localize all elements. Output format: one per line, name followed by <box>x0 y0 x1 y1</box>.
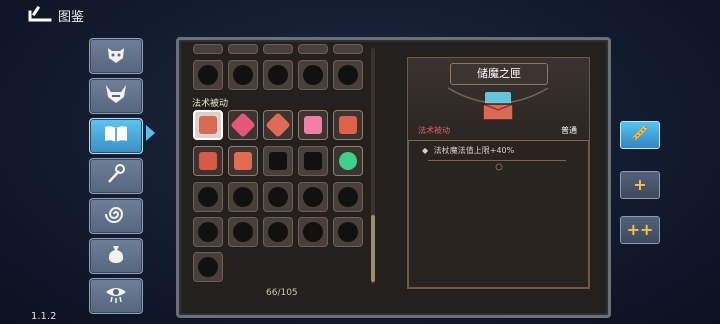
locked-silhouette-icon <box>233 65 253 85</box>
item-type: 法术被动 <box>418 126 450 135</box>
book-icon <box>103 124 129 148</box>
section-label: 法术被动 <box>192 99 229 109</box>
grid-cell[interactable] <box>298 217 328 247</box>
red-gem-icon <box>199 152 217 170</box>
silhouette-icon <box>304 152 322 170</box>
active-tab-pointer-icon <box>146 125 155 141</box>
wand-icon <box>631 124 649 146</box>
locked-silhouette-icon <box>303 222 323 242</box>
treasure-box-icon <box>199 116 217 134</box>
top-bar: 图鉴 <box>0 0 720 30</box>
pouch-icon <box>105 243 127 269</box>
category-tab-monster[interactable] <box>89 78 143 114</box>
locked-silhouette-icon <box>198 65 218 85</box>
grid-cell[interactable] <box>228 44 258 54</box>
grid-cell-selected[interactable] <box>193 110 223 140</box>
locked-silhouette-icon <box>338 65 358 85</box>
grid-cell[interactable] <box>298 110 328 140</box>
category-tab-spiral[interactable] <box>89 198 143 234</box>
grid-cell[interactable] <box>263 60 293 90</box>
horned-monster-icon <box>104 83 128 109</box>
category-tab-staff[interactable] <box>89 158 143 194</box>
pink-star-icon <box>230 112 256 138</box>
item-effect: ◆ 法杖魔法值上限+40% <box>422 145 514 156</box>
grid-cell[interactable] <box>228 217 258 247</box>
grid-cell[interactable] <box>193 182 223 212</box>
double-plus-icon: ++ <box>626 220 654 239</box>
locked-silhouette-icon <box>198 257 218 277</box>
grid-cell[interactable] <box>228 110 258 140</box>
category-tab-eye[interactable] <box>89 278 143 314</box>
locked-silhouette-icon <box>303 65 323 85</box>
grid-cell[interactable] <box>333 44 363 54</box>
grid-cell[interactable] <box>333 60 363 90</box>
locked-silhouette-icon <box>268 187 288 207</box>
red-diamond-icon <box>265 112 291 138</box>
grid-cell[interactable] <box>298 182 328 212</box>
grid-cell[interactable] <box>263 44 293 54</box>
grid-cell[interactable] <box>298 60 328 90</box>
locked-silhouette-icon <box>198 187 218 207</box>
grid-cell[interactable] <box>333 182 363 212</box>
green-orb-icon <box>339 152 357 170</box>
locked-silhouette-icon <box>233 222 253 242</box>
grid-cell[interactable] <box>193 60 223 90</box>
grid-scroll-thumb[interactable] <box>371 215 375 282</box>
grid-cell[interactable] <box>228 146 258 176</box>
item-effect-text: 法杖魔法值上限+40% <box>433 146 515 155</box>
grid-cell[interactable] <box>193 44 223 54</box>
hourglass-icon <box>339 116 357 134</box>
single-plus-icon: + <box>633 175 647 194</box>
locked-silhouette-icon <box>268 65 288 85</box>
grid-cell[interactable] <box>263 146 293 176</box>
add-double-button[interactable]: ++ <box>620 216 660 244</box>
pink-spirit-icon <box>304 116 322 134</box>
collection-count: 66/105 <box>266 288 298 298</box>
grid-cell[interactable] <box>298 146 328 176</box>
locked-silhouette-icon <box>338 187 358 207</box>
grid-cell[interactable] <box>263 217 293 247</box>
locked-silhouette-icon <box>338 222 358 242</box>
staff-icon <box>105 163 127 189</box>
item-rarity: 普通 <box>561 126 577 135</box>
grid-cell[interactable] <box>298 44 328 54</box>
locked-silhouette-icon <box>268 222 288 242</box>
add-single-button[interactable]: + <box>620 171 660 199</box>
grid-cell[interactable] <box>263 110 293 140</box>
version-label: 1.1.2 <box>31 311 57 322</box>
grid-cell[interactable] <box>228 60 258 90</box>
grid-cell[interactable] <box>193 146 223 176</box>
flame-rune-icon <box>234 152 252 170</box>
category-tab-demon[interactable] <box>89 38 143 74</box>
grid-cell[interactable] <box>263 182 293 212</box>
item-name: 储魔之匣 <box>450 63 548 85</box>
bullet-diamond-icon: ◆ <box>422 146 429 155</box>
back-arrow-icon[interactable] <box>28 5 52 22</box>
page-title: 图鉴 <box>58 10 85 25</box>
grid-cell[interactable] <box>333 146 363 176</box>
grid-cell[interactable] <box>193 252 223 282</box>
demon-mask-icon <box>105 43 127 69</box>
locked-silhouette-icon <box>233 187 253 207</box>
silhouette-icon <box>269 152 287 170</box>
locked-silhouette-icon <box>303 187 323 207</box>
grid-cell[interactable] <box>228 182 258 212</box>
grid-cell[interactable] <box>333 110 363 140</box>
locked-silhouette-icon <box>198 222 218 242</box>
eye-icon <box>104 284 128 308</box>
category-tab-pouch[interactable] <box>89 238 143 274</box>
spiral-icon <box>105 203 127 229</box>
category-tab-spellbook[interactable] <box>89 118 143 154</box>
grid-cell[interactable] <box>333 217 363 247</box>
grid-cell[interactable] <box>193 217 223 247</box>
wand-filter-button[interactable] <box>620 121 660 149</box>
treasure-box-icon <box>479 88 517 128</box>
ornament-icon <box>492 156 506 171</box>
